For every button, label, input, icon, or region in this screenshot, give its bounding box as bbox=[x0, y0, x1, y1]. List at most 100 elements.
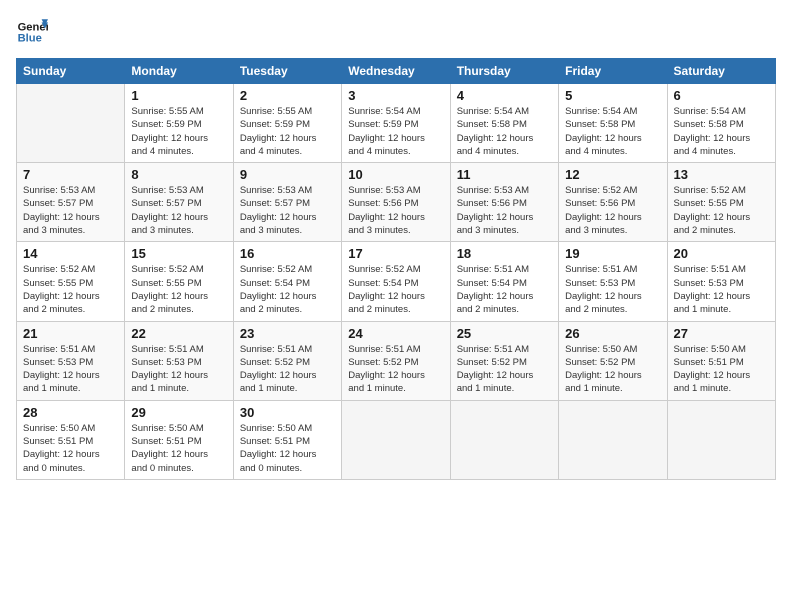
calendar-cell: 23 Sunrise: 5:51 AM Sunset: 5:52 PM Dayli… bbox=[233, 321, 341, 400]
calendar-table: SundayMondayTuesdayWednesdayThursdayFrid… bbox=[16, 58, 776, 480]
calendar-cell: 20 Sunrise: 5:51 AM Sunset: 5:53 PM Dayli… bbox=[667, 242, 775, 321]
day-header-monday: Monday bbox=[125, 59, 233, 84]
week-row-1: 1 Sunrise: 5:55 AM Sunset: 5:59 PM Daylig… bbox=[17, 84, 776, 163]
week-row-3: 14Sunrise: 5:52 AM Sunset: 5:55 PM Dayli… bbox=[17, 242, 776, 321]
calendar-cell bbox=[559, 400, 667, 479]
day-info: Sunrise: 5:50 AM Sunset: 5:52 PM Dayligh… bbox=[565, 343, 660, 396]
day-number: 22 bbox=[131, 326, 226, 341]
day-info: Sunrise: 5:50 AM Sunset: 5:51 PM Dayligh… bbox=[240, 422, 335, 475]
week-row-5: 28 Sunrise: 5:50 AM Sunset: 5:51 PM Dayli… bbox=[17, 400, 776, 479]
calendar-cell: 15 Sunrise: 5:52 AM Sunset: 5:55 PM Dayli… bbox=[125, 242, 233, 321]
day-number: 16 bbox=[240, 246, 335, 261]
day-header-sunday: Sunday bbox=[17, 59, 125, 84]
calendar-cell: 14Sunrise: 5:52 AM Sunset: 5:55 PM Dayli… bbox=[17, 242, 125, 321]
calendar-cell bbox=[667, 400, 775, 479]
calendar-cell: 1Sunrise: 5:55 AM Sunset: 5:59 PM Daylig… bbox=[125, 84, 233, 163]
week-row-4: 21 Sunrise: 5:51 AM Sunset: 5:53 PM Dayli… bbox=[17, 321, 776, 400]
day-info: Sunrise: 5:52 AM Sunset: 5:55 PM Dayligh… bbox=[674, 184, 769, 237]
day-number: 17 bbox=[348, 246, 443, 261]
calendar-cell: 13Sunrise: 5:52 AM Sunset: 5:55 PM Dayli… bbox=[667, 163, 775, 242]
calendar-cell: 29 Sunrise: 5:50 AM Sunset: 5:51 PM Dayli… bbox=[125, 400, 233, 479]
calendar-cell: 7Sunrise: 5:53 AM Sunset: 5:57 PM Daylig… bbox=[17, 163, 125, 242]
calendar-cell: 3 Sunrise: 5:54 AM Sunset: 5:59 PM Daylig… bbox=[342, 84, 450, 163]
svg-text:Blue: Blue bbox=[18, 33, 42, 45]
calendar-header-row: SundayMondayTuesdayWednesdayThursdayFrid… bbox=[17, 59, 776, 84]
day-number: 23 bbox=[240, 326, 335, 341]
day-number: 5 bbox=[565, 88, 660, 103]
day-number: 2 bbox=[240, 88, 335, 103]
calendar-cell: 6 Sunrise: 5:54 AM Sunset: 5:58 PM Daylig… bbox=[667, 84, 775, 163]
day-info: Sunrise: 5:51 AM Sunset: 5:53 PM Dayligh… bbox=[23, 343, 118, 396]
calendar-cell: 27Sunrise: 5:50 AM Sunset: 5:51 PM Dayli… bbox=[667, 321, 775, 400]
day-number: 28 bbox=[23, 405, 118, 420]
header: General Blue bbox=[16, 16, 776, 48]
day-number: 19 bbox=[565, 246, 660, 261]
day-info: Sunrise: 5:54 AM Sunset: 5:58 PM Dayligh… bbox=[565, 105, 660, 158]
day-number: 21 bbox=[23, 326, 118, 341]
calendar-cell: 11 Sunrise: 5:53 AM Sunset: 5:56 PM Dayli… bbox=[450, 163, 558, 242]
day-number: 25 bbox=[457, 326, 552, 341]
calendar-cell: 8 Sunrise: 5:53 AM Sunset: 5:57 PM Daylig… bbox=[125, 163, 233, 242]
day-number: 29 bbox=[131, 405, 226, 420]
calendar-cell: 10 Sunrise: 5:53 AM Sunset: 5:56 PM Dayli… bbox=[342, 163, 450, 242]
day-number: 30 bbox=[240, 405, 335, 420]
logo: General Blue bbox=[16, 16, 52, 48]
day-number: 24 bbox=[348, 326, 443, 341]
calendar-cell: 30 Sunrise: 5:50 AM Sunset: 5:51 PM Dayli… bbox=[233, 400, 341, 479]
day-info: Sunrise: 5:52 AM Sunset: 5:55 PM Dayligh… bbox=[23, 263, 118, 316]
calendar-cell: 28 Sunrise: 5:50 AM Sunset: 5:51 PM Dayli… bbox=[17, 400, 125, 479]
calendar-cell: 17 Sunrise: 5:52 AM Sunset: 5:54 PM Dayli… bbox=[342, 242, 450, 321]
day-info: Sunrise: 5:51 AM Sunset: 5:53 PM Dayligh… bbox=[131, 343, 226, 396]
day-info: Sunrise: 5:55 AM Sunset: 5:59 PM Dayligh… bbox=[240, 105, 335, 158]
day-info: Sunrise: 5:53 AM Sunset: 5:57 PM Dayligh… bbox=[240, 184, 335, 237]
day-number: 15 bbox=[131, 246, 226, 261]
day-header-friday: Friday bbox=[559, 59, 667, 84]
calendar-cell: 12 Sunrise: 5:52 AM Sunset: 5:56 PM Dayli… bbox=[559, 163, 667, 242]
day-header-saturday: Saturday bbox=[667, 59, 775, 84]
day-number: 6 bbox=[674, 88, 769, 103]
day-info: Sunrise: 5:53 AM Sunset: 5:56 PM Dayligh… bbox=[348, 184, 443, 237]
day-number: 12 bbox=[565, 167, 660, 182]
day-info: Sunrise: 5:54 AM Sunset: 5:58 PM Dayligh… bbox=[674, 105, 769, 158]
week-row-2: 7 Sunrise: 5:53 AM Sunset: 5:57 PM Daylig… bbox=[17, 163, 776, 242]
logo-icon: General Blue bbox=[16, 16, 48, 48]
day-number: 4 bbox=[457, 88, 552, 103]
day-info: Sunrise: 5:54 AM Sunset: 5:59 PM Dayligh… bbox=[348, 105, 443, 158]
day-info: Sunrise: 5:50 AM Sunset: 5:51 PM Dayligh… bbox=[23, 422, 118, 475]
calendar-cell bbox=[342, 400, 450, 479]
day-info: Sunrise: 5:51 AM Sunset: 5:53 PM Dayligh… bbox=[565, 263, 660, 316]
day-info: Sunrise: 5:51 AM Sunset: 5:52 PM Dayligh… bbox=[348, 343, 443, 396]
calendar-cell: 9 Sunrise: 5:53 AM Sunset: 5:57 PM Daylig… bbox=[233, 163, 341, 242]
day-number: 20 bbox=[674, 246, 769, 261]
day-number: 3 bbox=[348, 88, 443, 103]
day-info: Sunrise: 5:51 AM Sunset: 5:52 PM Dayligh… bbox=[240, 343, 335, 396]
day-info: Sunrise: 5:53 AM Sunset: 5:56 PM Dayligh… bbox=[457, 184, 552, 237]
calendar-cell: 4 Sunrise: 5:54 AM Sunset: 5:58 PM Daylig… bbox=[450, 84, 558, 163]
day-number: 9 bbox=[240, 167, 335, 182]
day-header-tuesday: Tuesday bbox=[233, 59, 341, 84]
day-number: 10 bbox=[348, 167, 443, 182]
day-info: Sunrise: 5:52 AM Sunset: 5:55 PM Dayligh… bbox=[131, 263, 226, 316]
calendar-cell: 16 Sunrise: 5:52 AM Sunset: 5:54 PM Dayli… bbox=[233, 242, 341, 321]
day-number: 7 bbox=[23, 167, 118, 182]
day-number: 18 bbox=[457, 246, 552, 261]
day-number: 1 bbox=[131, 88, 226, 103]
day-header-wednesday: Wednesday bbox=[342, 59, 450, 84]
day-info: Sunrise: 5:51 AM Sunset: 5:52 PM Dayligh… bbox=[457, 343, 552, 396]
calendar-cell: 25 Sunrise: 5:51 AM Sunset: 5:52 PM Dayli… bbox=[450, 321, 558, 400]
calendar-cell: 2 Sunrise: 5:55 AM Sunset: 5:59 PM Daylig… bbox=[233, 84, 341, 163]
day-info: Sunrise: 5:52 AM Sunset: 5:56 PM Dayligh… bbox=[565, 184, 660, 237]
day-info: Sunrise: 5:51 AM Sunset: 5:53 PM Dayligh… bbox=[674, 263, 769, 316]
calendar-cell: 5 Sunrise: 5:54 AM Sunset: 5:58 PM Daylig… bbox=[559, 84, 667, 163]
day-number: 26 bbox=[565, 326, 660, 341]
day-info: Sunrise: 5:52 AM Sunset: 5:54 PM Dayligh… bbox=[348, 263, 443, 316]
day-info: Sunrise: 5:53 AM Sunset: 5:57 PM Dayligh… bbox=[131, 184, 226, 237]
day-info: Sunrise: 5:52 AM Sunset: 5:54 PM Dayligh… bbox=[240, 263, 335, 316]
day-number: 27 bbox=[674, 326, 769, 341]
day-info: Sunrise: 5:54 AM Sunset: 5:58 PM Dayligh… bbox=[457, 105, 552, 158]
calendar-cell bbox=[17, 84, 125, 163]
day-info: Sunrise: 5:50 AM Sunset: 5:51 PM Dayligh… bbox=[131, 422, 226, 475]
day-number: 11 bbox=[457, 167, 552, 182]
calendar-body: 1 Sunrise: 5:55 AM Sunset: 5:59 PM Daylig… bbox=[17, 84, 776, 480]
day-number: 8 bbox=[131, 167, 226, 182]
